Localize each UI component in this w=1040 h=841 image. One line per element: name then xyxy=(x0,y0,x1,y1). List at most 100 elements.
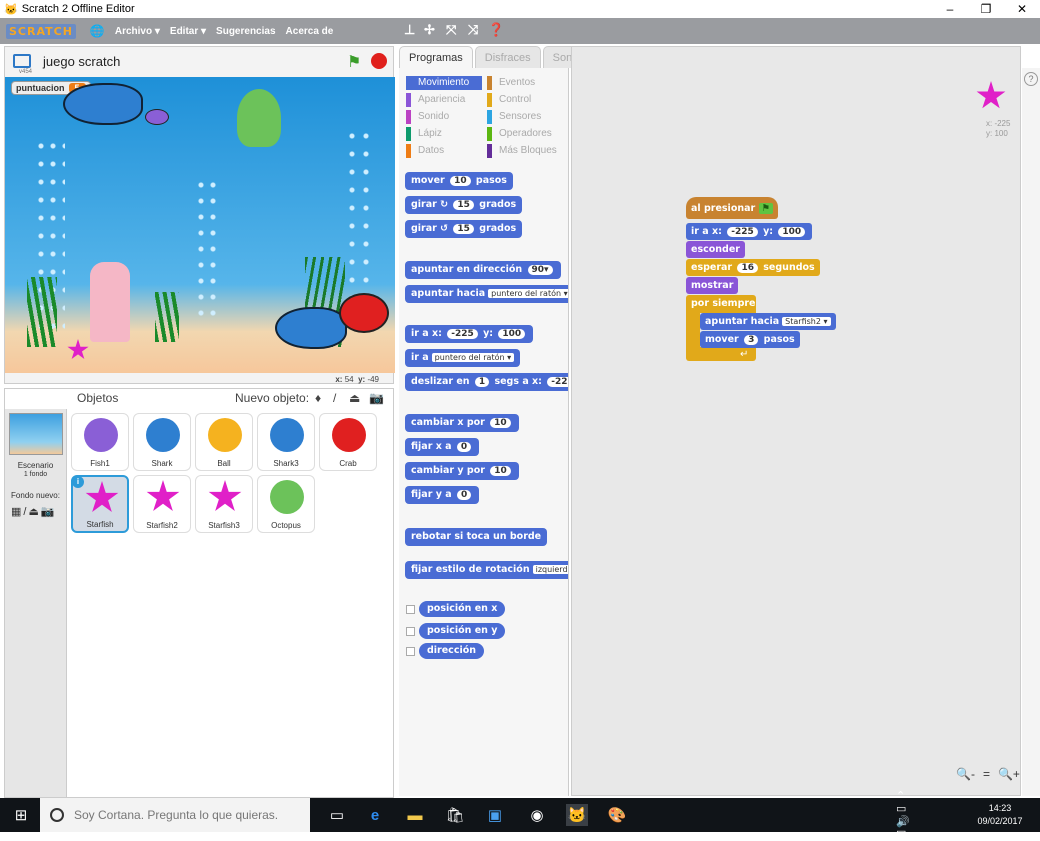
menu-sugerencias[interactable]: Sugerencias xyxy=(216,26,275,37)
sprite-thumb-shark[interactable]: Shark xyxy=(133,413,191,471)
close-button[interactable]: ✕ xyxy=(1004,0,1040,18)
maximize-button[interactable]: ❐ xyxy=(968,0,1004,18)
crab-sprite[interactable] xyxy=(339,293,389,333)
shrink-icon[interactable]: ⤨ xyxy=(468,22,478,38)
info-icon[interactable]: i xyxy=(72,476,84,488)
file-explorer-icon[interactable]: ▬ xyxy=(404,804,426,826)
shark3-sprite[interactable] xyxy=(275,307,347,349)
camera-icon[interactable]: 📷 xyxy=(369,391,384,405)
menu-archivo[interactable]: Archivo ▾ xyxy=(115,26,160,37)
zoom-in-button[interactable]: 🔍+ xyxy=(998,767,1020,781)
fullscreen-icon[interactable] xyxy=(13,54,31,68)
green-flag-icon[interactable]: ⚑ xyxy=(347,52,361,72)
store-icon[interactable]: 🛍 xyxy=(444,804,466,826)
checkbox-posicion-x[interactable] xyxy=(406,605,415,614)
block-fijar-y[interactable]: fijar y a 0 xyxy=(405,486,480,504)
reporter-direccion[interactable]: dirección xyxy=(419,643,484,659)
sprite-thumb-shark3[interactable]: Shark3 xyxy=(257,413,315,471)
sprite-thumb-fish1[interactable]: Fish1 xyxy=(71,413,129,471)
chrome-icon[interactable]: ◉ xyxy=(526,804,548,826)
checkbox-direccion[interactable] xyxy=(406,647,415,656)
minimize-button[interactable]: – xyxy=(932,0,968,18)
zoom-reset-button[interactable]: = xyxy=(983,767,990,781)
task-view-icon[interactable]: ▭ xyxy=(326,804,348,826)
sprite-thumb-octopus[interactable]: Octopus xyxy=(257,475,315,533)
stage-canvas[interactable]: puntuacion 5 xyxy=(5,77,395,373)
stop-icon[interactable] xyxy=(371,53,387,69)
block-ir-a-xy[interactable]: ir a x: -225 y: 100 xyxy=(405,325,534,343)
menu-editar[interactable]: Editar ▾ xyxy=(170,26,206,37)
help-circle-icon[interactable]: ? xyxy=(1024,72,1038,86)
sprite-thumb-starfish3[interactable]: Starfish3 xyxy=(195,475,253,533)
block-estilo-rotacion[interactable]: fijar estilo de rotaciónizquierda-d xyxy=(405,561,568,579)
backdrop-tools[interactable]: ▦/⏏📷 xyxy=(11,505,57,518)
sprite-thumb-starfish2[interactable]: Starfish2 xyxy=(133,475,191,533)
reporter-posicion-x[interactable]: posición en x xyxy=(419,601,506,617)
category-sonido[interactable]: Sonido xyxy=(406,110,449,124)
shark-sprite[interactable] xyxy=(63,83,143,125)
category-eventos[interactable]: Eventos xyxy=(487,76,535,90)
sprite-thumb-starfish[interactable]: Starfish i xyxy=(71,475,129,533)
tab-disfraces[interactable]: Disfraces xyxy=(474,46,541,68)
block-apuntar-direccion[interactable]: apuntar en dirección 90▾ xyxy=(405,261,561,279)
hat-block-flag[interactable]: al presionar ⚑ xyxy=(686,197,779,219)
sprite-thumb-crab[interactable]: Crab xyxy=(319,413,377,471)
edge-icon[interactable]: e xyxy=(364,804,386,826)
block-esperar[interactable]: esperar 16 segundos xyxy=(686,259,820,276)
paint-sprite-icon[interactable]: ♦ xyxy=(315,391,321,405)
block-fijar-x[interactable]: fijar x a 0 xyxy=(405,438,480,456)
block-goto-xy[interactable]: ir a x: -225 y: 100 xyxy=(686,223,813,240)
starfish-sprite[interactable] xyxy=(67,339,89,360)
checkbox-posicion-y[interactable] xyxy=(406,627,415,636)
dev-app-icon[interactable]: ▣ xyxy=(484,804,506,826)
block-apuntar-hacia[interactable]: apuntar hacia puntero del ratón ▾ xyxy=(405,285,568,303)
scripts-area[interactable]: al presionar ⚑ ir a x: -225 y: 100 escon… xyxy=(571,46,1021,796)
block-rebotar[interactable]: rebotar si toca un borde xyxy=(405,528,548,546)
block-girar-derecha[interactable]: girar ↻ 15 grados xyxy=(405,196,523,214)
sprite-pane: Objetos Nuevo objeto: ♦ / ⏏ 📷 Escenario … xyxy=(4,388,394,798)
windows-start-icon[interactable]: ⊞ xyxy=(10,804,32,826)
block-deslizar[interactable]: deslizar en 1 segs a x: -225 y: xyxy=(405,373,568,391)
project-name[interactable]: juego scratch xyxy=(43,54,120,69)
category-apariencia[interactable]: Apariencia xyxy=(406,93,465,107)
duplicate-icon[interactable]: ⊥ xyxy=(404,22,415,38)
tray-icons[interactable]: ⌃ ▭ 🔊 ▤ xyxy=(896,790,918,841)
octopus-sprite[interactable] xyxy=(237,89,281,147)
block-girar-izquierda[interactable]: girar ↺ 15 grados xyxy=(405,220,523,238)
grow-icon[interactable]: ⤧ xyxy=(446,22,456,38)
category-datos[interactable]: Datos xyxy=(406,144,444,158)
stage-thumbnail[interactable] xyxy=(9,413,63,455)
category-control[interactable]: Control xyxy=(487,93,531,107)
category-movimiento[interactable]: Movimiento xyxy=(406,76,482,90)
sprite-thumb-ball[interactable]: Ball xyxy=(195,413,253,471)
block-mostrar[interactable]: mostrar xyxy=(686,277,739,294)
block-mover[interactable]: mover 10 pasos xyxy=(405,172,513,190)
tab-programas[interactable]: Programas xyxy=(399,46,473,68)
block-ir-a[interactable]: ir a puntero del ratón ▾ xyxy=(405,349,521,367)
green-flag-icon: ⚑ xyxy=(758,203,774,214)
paint-icon[interactable]: 🎨 xyxy=(606,804,628,826)
category-más-bloques[interactable]: Más Bloques xyxy=(487,144,557,158)
category-operadores[interactable]: Operadores xyxy=(487,127,552,141)
delete-icon[interactable]: ✢ xyxy=(424,22,435,38)
block-cambiar-x[interactable]: cambiar x por 10 xyxy=(405,414,519,432)
block-cambiar-y[interactable]: cambiar y por 10 xyxy=(405,462,519,480)
reporter-posicion-y[interactable]: posición en y xyxy=(419,623,506,639)
scratch-logo[interactable]: SCRATCH xyxy=(6,23,76,39)
mouse-coords: x: 54 y: -49 xyxy=(335,375,379,384)
zoom-out-button[interactable]: 🔍- xyxy=(956,767,975,781)
cortana-search[interactable]: Soy Cortana. Pregunta lo que quieras. xyxy=(40,798,310,832)
help-icon[interactable]: ❓ xyxy=(488,22,504,38)
pencil-icon[interactable]: / xyxy=(333,391,336,405)
block-apuntar-hacia-script[interactable]: apuntar hacia Starfish2 ▾ xyxy=(700,313,836,330)
upload-icon[interactable]: ⏏ xyxy=(349,391,360,405)
fish-sprite[interactable] xyxy=(145,109,169,125)
scratch-taskbar-icon[interactable]: 🐱 xyxy=(566,804,588,826)
category-lápiz[interactable]: Lápiz xyxy=(406,127,442,141)
menu-acerca[interactable]: Acerca de xyxy=(286,26,334,37)
block-esconder[interactable]: esconder xyxy=(686,241,745,258)
block-mover-script[interactable]: mover 3 pasos xyxy=(700,331,800,348)
globe-icon[interactable]: 🌐 xyxy=(90,24,105,38)
category-sensores[interactable]: Sensores xyxy=(487,110,541,124)
clock[interactable]: 14:23 09/02/2017 xyxy=(970,802,1030,828)
